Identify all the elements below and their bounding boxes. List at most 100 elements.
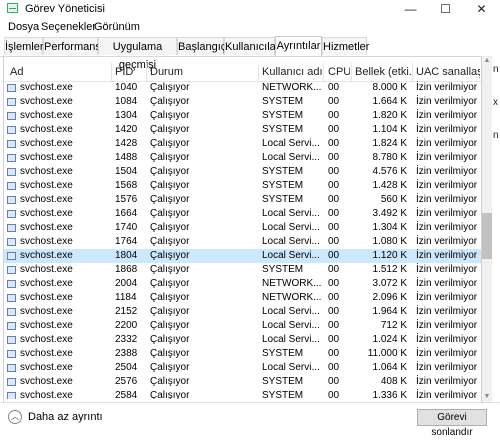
process-status: Çalışıyor	[150, 334, 190, 345]
process-uac: İzin verilmiyor	[416, 180, 478, 191]
menu-bar: Dosya Seçenekler Görünüm	[0, 18, 500, 36]
process-icon	[7, 168, 16, 176]
process-status: Çalışıyor	[150, 194, 190, 205]
column-pid-header[interactable]: PID	[115, 66, 145, 78]
column-user-header[interactable]: Kullanıcı adı	[262, 66, 324, 78]
process-pid: 1764	[115, 236, 138, 247]
process-name: svchost.exe	[20, 264, 73, 275]
table-row[interactable]: svchost.exe 1664 Çalışıyor Local Servi... 00…	[4, 207, 481, 221]
menu-options[interactable]: Seçenekler	[41, 21, 96, 33]
table-row[interactable]: svchost.exe 2576 Çalışıyor SYSTEM 00 408 K İzi…	[4, 375, 481, 389]
process-uac: İzin verilmiyor	[416, 264, 478, 275]
tab-startup[interactable]: Başlangıç	[177, 37, 226, 55]
process-pid: 1664	[115, 208, 138, 219]
column-name-header[interactable]: Ad	[10, 66, 110, 78]
process-cpu: 00	[328, 82, 340, 93]
table-row[interactable]: svchost.exe 1040 Çalışıyor NETWORK... 00 8.00…	[4, 81, 481, 95]
table-row[interactable]: svchost.exe 1304 Çalışıyor SYSTEM 00 1.820 K İ…	[4, 109, 481, 123]
scrollbar-thumb[interactable]	[482, 213, 492, 259]
process-uac: İzin verilmiyor	[416, 236, 478, 247]
process-cpu: 00	[328, 138, 340, 149]
tab-performance[interactable]: Performans	[43, 37, 101, 55]
table-row[interactable]: svchost.exe 1568 Çalışıyor SYSTEM 00 1.428 K İ…	[4, 179, 481, 193]
process-icon	[7, 266, 16, 274]
process-cpu: 00	[328, 208, 340, 219]
column-status-header[interactable]: Durum	[150, 66, 255, 78]
tab-app-history[interactable]: Uygulama geçmişi	[98, 37, 177, 71]
column-divider[interactable]	[323, 63, 324, 81]
task-manager-icon	[7, 3, 18, 13]
process-name: svchost.exe	[20, 222, 73, 233]
process-icon	[7, 210, 16, 218]
process-icon	[7, 196, 16, 204]
chevron-up-icon[interactable]: ︿	[8, 410, 22, 424]
column-divider[interactable]	[412, 63, 413, 81]
column-divider[interactable]	[351, 63, 352, 81]
process-memory: 4.576 K	[372, 166, 407, 177]
table-row[interactable]: svchost.exe 1084 Çalışıyor SYSTEM 00 1.664 K İ…	[4, 95, 481, 109]
tab-details[interactable]: Ayrıntılar	[275, 36, 322, 56]
process-uac: İzin verilmiyor	[416, 278, 478, 289]
table-row[interactable]: svchost.exe 1576 Çalışıyor SYSTEM 00 560 K İzi…	[4, 193, 481, 207]
process-pid: 1488	[115, 152, 138, 163]
column-memory-header[interactable]: Bellek (etki...	[355, 66, 411, 78]
table-row[interactable]: svchost.exe 1740 Çalışıyor Local Servi... 00…	[4, 221, 481, 235]
table-row[interactable]: svchost.exe 1504 Çalışıyor SYSTEM 00 4.576 K İ…	[4, 165, 481, 179]
table-row[interactable]: svchost.exe 1868 Çalışıyor SYSTEM 00 1.512 K İ…	[4, 263, 481, 277]
table-row[interactable]: svchost.exe 1428 Çalışıyor Local Servi... 00…	[4, 137, 481, 151]
process-memory: 1.080 K	[372, 236, 407, 247]
column-divider[interactable]	[111, 63, 112, 81]
table-row[interactable]: svchost.exe 2504 Çalışıyor Local Servi... 00…	[4, 361, 481, 375]
table-row[interactable]: svchost.exe 1804 Çalışıyor Local Servi... 00…	[4, 249, 481, 263]
process-name: svchost.exe	[20, 194, 73, 205]
scroll-down-arrow-icon[interactable]: ▼	[482, 392, 492, 402]
table-row[interactable]: svchost.exe 1420 Çalışıyor SYSTEM 00 1.104 K İ…	[4, 123, 481, 137]
process-cpu: 00	[328, 180, 340, 191]
table-row[interactable]: svchost.exe 1184 Çalışıyor NETWORK... 00 2.09…	[4, 291, 481, 305]
tab-services[interactable]: Hizmetler	[322, 37, 369, 55]
process-icon	[7, 350, 16, 358]
process-name: svchost.exe	[20, 376, 73, 387]
process-status: Çalışıyor	[150, 236, 190, 247]
background-text: x	[493, 97, 498, 108]
process-icon	[7, 98, 16, 106]
process-uac: İzin verilmiyor	[416, 208, 478, 219]
tab-processes[interactable]: İşlemler	[4, 37, 44, 55]
column-divider[interactable]	[258, 63, 259, 81]
scroll-up-arrow-icon[interactable]: ▲	[482, 56, 492, 66]
process-memory: 11.000 K	[367, 348, 407, 359]
table-row[interactable]: svchost.exe 2388 Çalışıyor SYSTEM 00 11.000 K…	[4, 347, 481, 361]
process-cpu: 00	[328, 222, 340, 233]
end-task-button[interactable]: Görevi sonlandır	[417, 409, 487, 438]
process-status: Çalışıyor	[150, 222, 190, 233]
process-icon	[7, 112, 16, 120]
process-status: Çalışıyor	[150, 390, 190, 399]
maximize-button[interactable]: ☐	[428, 0, 463, 18]
table-row[interactable]: svchost.exe 2332 Çalışıyor Local Servi... 00…	[4, 333, 481, 347]
process-icon	[7, 238, 16, 246]
menu-file[interactable]: Dosya	[8, 21, 39, 33]
process-cpu: 00	[328, 376, 340, 387]
table-row[interactable]: svchost.exe 2200 Çalışıyor Local Servi... 00…	[4, 319, 481, 333]
process-icon	[7, 182, 16, 190]
menu-view[interactable]: Görünüm	[94, 21, 140, 33]
column-divider[interactable]	[146, 63, 147, 81]
fewer-details-link[interactable]: Daha az ayrıntı	[28, 411, 103, 423]
column-cpu-header[interactable]: CPU	[328, 66, 350, 78]
process-uac: İzin verilmiyor	[416, 306, 478, 317]
table-row[interactable]: svchost.exe 2584 Çalışıyor SYSTEM 00 1.336 K İ…	[4, 389, 481, 399]
process-user: SYSTEM	[262, 348, 304, 359]
tab-users[interactable]: Kullanıcılar	[224, 37, 279, 55]
table-row[interactable]: svchost.exe 1488 Çalışıyor Local Servi... 00…	[4, 151, 481, 165]
table-row[interactable]: svchost.exe 1764 Çalışıyor Local Servi... 00…	[4, 235, 481, 249]
process-uac: İzin verilmiyor	[416, 110, 478, 121]
minimize-button[interactable]: —	[393, 0, 428, 18]
close-button[interactable]: ✕	[464, 0, 499, 18]
process-user: SYSTEM	[262, 96, 304, 107]
window-title: Görev Yöneticisi	[25, 3, 105, 15]
table-row[interactable]: svchost.exe 2152 Çalışıyor Local Servi... 00…	[4, 305, 481, 319]
column-uac-header[interactable]: UAC sanallaştır...	[416, 66, 480, 78]
process-name: svchost.exe	[20, 124, 73, 135]
table-row[interactable]: svchost.exe 2004 Çalışıyor NETWORK... 00 3.07…	[4, 277, 481, 291]
process-status: Çalışıyor	[150, 96, 190, 107]
